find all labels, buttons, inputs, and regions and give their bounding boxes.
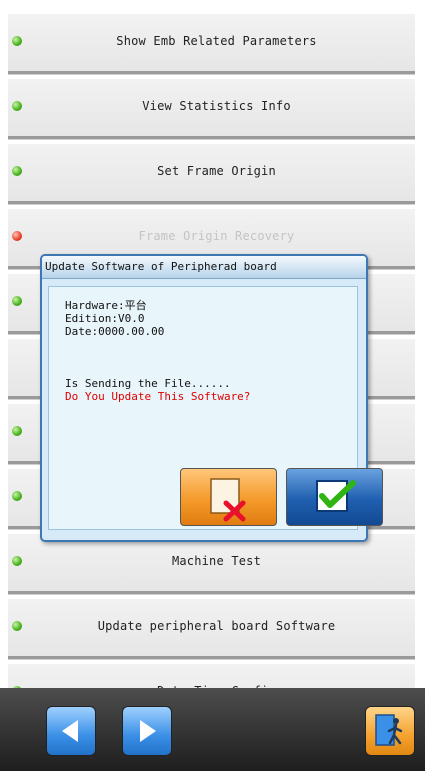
date-info: Date:0000.00.00 <box>65 325 165 338</box>
menu-item-view-statistics[interactable]: View Statistics Info <box>8 79 415 139</box>
menu-item-machine-test[interactable]: Machine Test <box>8 534 415 594</box>
green-status-icon <box>12 36 22 46</box>
hardware-info: Hardware:平台 <box>65 299 147 312</box>
next-page-button[interactable] <box>122 706 172 756</box>
red-status-icon <box>12 231 22 241</box>
sending-status: Is Sending the File...... <box>65 377 231 390</box>
exit-button[interactable] <box>365 706 415 756</box>
green-status-icon <box>12 621 22 631</box>
menu-item-label: View Statistics Info <box>142 99 291 113</box>
update-software-dialog: Update Software of Peripherad board Hard… <box>40 254 383 542</box>
green-status-icon <box>12 491 22 501</box>
menu-item-show-emb-parameters[interactable]: Show Emb Related Parameters <box>8 14 415 74</box>
previous-page-button[interactable] <box>46 706 96 756</box>
confirm-button[interactable] <box>286 468 383 526</box>
exit-door-icon <box>375 714 403 746</box>
menu-item-update-peripheral-software[interactable]: Update peripheral board Software <box>8 599 415 659</box>
green-status-icon <box>12 166 22 176</box>
menu-item-label: Show Emb Related Parameters <box>116 34 317 48</box>
menu-item-label: Frame Origin Recovery <box>138 229 295 243</box>
green-status-icon <box>12 101 22 111</box>
menu-item-label: Set Frame Origin <box>157 164 276 178</box>
edition-info: Edition:V0.0 <box>65 312 145 325</box>
checkmark-icon <box>316 480 356 512</box>
bottom-toolbar <box>0 688 425 771</box>
menu-item-label: Machine Test <box>171 554 262 568</box>
dialog-title: Update Software of Peripherad board <box>42 256 366 279</box>
cancel-doc-icon <box>210 478 246 522</box>
menu-item-label: Update peripheral board Software <box>97 619 336 633</box>
green-status-icon <box>12 426 22 436</box>
cancel-button[interactable] <box>180 468 277 526</box>
menu-item-set-frame-origin[interactable]: Set Frame Origin <box>8 144 415 204</box>
arrow-left-icon <box>62 720 78 742</box>
arrow-right-icon <box>140 720 156 742</box>
update-question: Do You Update This Software? <box>65 390 251 403</box>
green-status-icon <box>12 296 22 306</box>
green-status-icon <box>12 556 22 566</box>
